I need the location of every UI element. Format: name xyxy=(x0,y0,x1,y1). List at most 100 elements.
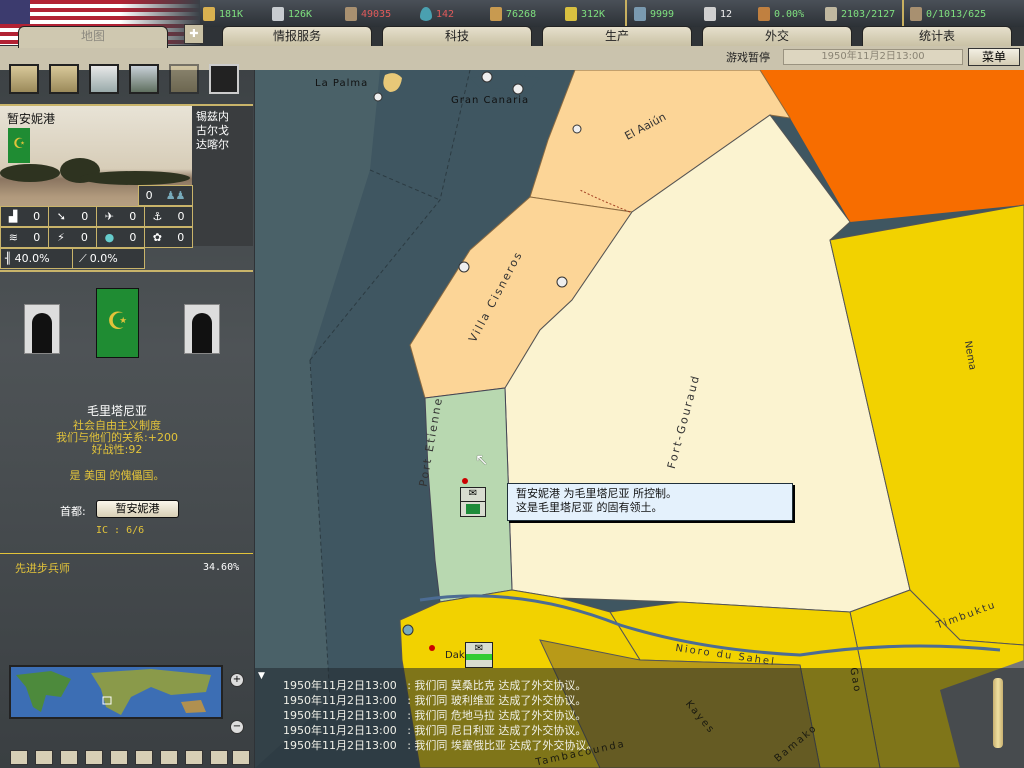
land-units-filter-icon[interactable] xyxy=(9,64,39,94)
collapse-log-icon[interactable]: ▼ xyxy=(258,671,265,681)
factory-icon: ▟ xyxy=(8,210,18,223)
resource-dissent: 0.00% xyxy=(758,5,804,23)
mouse-cursor-icon: ↖ xyxy=(475,450,489,469)
resource-supplies: 76268 xyxy=(490,5,536,23)
divider xyxy=(0,553,253,554)
resource-energy: 181K xyxy=(203,5,243,23)
tooltip-line: 暂安妮港 为毛里塔尼亚 所控制。 xyxy=(516,487,677,500)
ic-value: IC : 6/6 xyxy=(96,525,145,536)
game-date: 1950年11月2日13:00 xyxy=(783,49,963,65)
neighbor-list: 锡兹内 古尔戈 达喀尔 xyxy=(196,110,229,152)
mapmode-political-button[interactable] xyxy=(35,750,53,765)
separator xyxy=(625,0,627,27)
province-tooltip: 暂安妮港 为毛里塔尼亚 所控制。 这是毛里塔尼亚 的固有领土。 xyxy=(507,483,793,521)
resource-convoy: 0/1013/625 xyxy=(910,5,986,23)
dissent-icon xyxy=(758,7,770,21)
map-label: Gran Canaria xyxy=(451,95,530,106)
mapmode-terrain-button[interactable] xyxy=(10,750,28,765)
resource-money: 312K xyxy=(565,5,605,23)
neighbor-link[interactable]: 达喀尔 xyxy=(196,138,229,152)
energy-icon: ⚡ xyxy=(57,231,65,244)
tab-map[interactable]: 地图 xyxy=(18,26,168,48)
army-unit-counter[interactable]: ✉ xyxy=(465,642,493,668)
separator xyxy=(902,0,904,27)
oil-icon xyxy=(420,7,432,21)
metal-icon xyxy=(272,7,284,21)
mapmode-weather-button[interactable] xyxy=(85,750,103,765)
tab-technology[interactable]: 科技 xyxy=(382,26,532,46)
coastal-fort-count: ➘ 0 xyxy=(48,206,97,227)
head-of-state-portrait[interactable] xyxy=(24,304,60,354)
energy-icon xyxy=(203,7,215,21)
province-units: 0 ♟♟ xyxy=(138,185,193,206)
resource-transport: 2103/2127 xyxy=(825,5,895,23)
rare-count: ✿ 0 xyxy=(144,227,193,248)
naval-filter-icon[interactable] xyxy=(129,64,159,94)
log-entry: 1950年11月2日13:00 : 我们同 尼日利亚 达成了外交协议。 xyxy=(283,724,587,737)
supplies-icon xyxy=(490,7,502,21)
log-entry: 1950年11月2日13:00 : 我们同 莫桑比克 达成了外交协议。 xyxy=(283,679,587,692)
manpower-icon xyxy=(634,7,646,21)
airbase-icon: ✈ xyxy=(104,210,114,223)
armor-filter-icon[interactable] xyxy=(49,64,79,94)
army-unit-counter[interactable]: ✉ xyxy=(460,487,486,517)
log-entry: 1950年11月2日13:00 : 我们同 玻利维亚 达成了外交协议。 xyxy=(283,694,587,707)
divider xyxy=(0,270,253,272)
oil-icon: ● xyxy=(104,231,115,244)
airbase-count: ✈ 0 xyxy=(96,206,145,227)
infrastructure: ╢ 40.0% xyxy=(0,248,73,269)
convoy-icon xyxy=(910,7,922,21)
zoom-in-button[interactable]: + xyxy=(230,673,244,687)
diplomacy-icon xyxy=(704,7,716,21)
head-of-government-portrait[interactable] xyxy=(184,304,220,354)
resource-diplomacy: 12 xyxy=(704,5,732,23)
belligerence-value: 好战性:92 xyxy=(91,443,143,456)
log-entry: 1950年11月2日13:00 : 我们同 危地马拉 达成了外交协议。 xyxy=(283,709,587,722)
anti-air: ⟋ 0.0% xyxy=(72,248,145,269)
naval-base-icon: ⚓ xyxy=(152,210,163,223)
fort-icon: ➘ xyxy=(56,210,66,223)
mapmode-partisan-button[interactable] xyxy=(232,750,250,765)
puppet-status: 是 美国 的傀儡国。 xyxy=(69,469,165,482)
neighbor-link[interactable]: 锡兹内 xyxy=(196,110,229,124)
map-label: La Palma xyxy=(315,78,369,89)
country-name: 毛里塔尼亚 xyxy=(86,404,147,418)
mapmode-naval-button[interactable] xyxy=(135,750,153,765)
rare-materials-icon xyxy=(345,7,357,21)
tab-statistics[interactable]: 统计表 xyxy=(862,26,1012,46)
money-icon xyxy=(565,7,577,21)
game-paused-label: 游戏暂停 xyxy=(726,51,770,64)
world-map[interactable]: La Palma Gran Canaria El Aaiún Villa Cis… xyxy=(255,70,1024,768)
air-filter-icon[interactable] xyxy=(89,64,119,94)
anti-air-icon: ⟋ xyxy=(79,251,87,265)
mapmode-supply-button[interactable] xyxy=(60,750,78,765)
map-mode-toggle-button[interactable]: ✚ xyxy=(184,24,204,44)
minimap[interactable] xyxy=(9,665,223,719)
transport-icon xyxy=(825,7,837,21)
convoy-filter-icon[interactable] xyxy=(169,64,199,94)
research-progress: 34.60% xyxy=(203,562,240,573)
tab-diplomacy[interactable]: 外交 xyxy=(702,26,852,46)
mapmode-theatre-button[interactable] xyxy=(185,750,203,765)
research-name: 先进步兵师 xyxy=(15,562,70,575)
tab-production[interactable]: 生产 xyxy=(542,26,692,46)
log-entry: 1950年11月2日13:00 : 我们同 埃塞俄比亚 达成了外交协议。 xyxy=(283,739,598,752)
map-regions xyxy=(255,70,1024,768)
infrastructure-icon: ╢ xyxy=(5,252,12,265)
tooltip-line: 这是毛里塔尼亚 的固有领土。 xyxy=(516,501,663,514)
zoom-out-button[interactable]: − xyxy=(230,720,244,734)
energy-count: ⚡ 0 xyxy=(48,227,97,248)
mapmode-resources-button[interactable] xyxy=(110,750,128,765)
country-flag: ☪ xyxy=(96,288,139,358)
log-scrollbar[interactable] xyxy=(993,678,1003,748)
resource-manpower: 9999 xyxy=(634,5,674,23)
list-filter-icon[interactable] xyxy=(209,64,239,94)
tab-intelligence[interactable]: 情报服务 xyxy=(222,26,372,46)
menu-button[interactable]: 菜单 xyxy=(968,48,1020,66)
mapmode-air-button[interactable] xyxy=(160,750,178,765)
factory-count: ▟ 0 xyxy=(0,206,49,227)
capital-button[interactable]: 暂安妮港 xyxy=(96,500,179,518)
mapmode-diplomacy-button[interactable] xyxy=(210,750,228,765)
neighbor-link[interactable]: 古尔戈 xyxy=(196,124,229,138)
country-info: 社会自由主义制度 我们与他们的关系:+200 好战性:92 xyxy=(0,420,234,456)
